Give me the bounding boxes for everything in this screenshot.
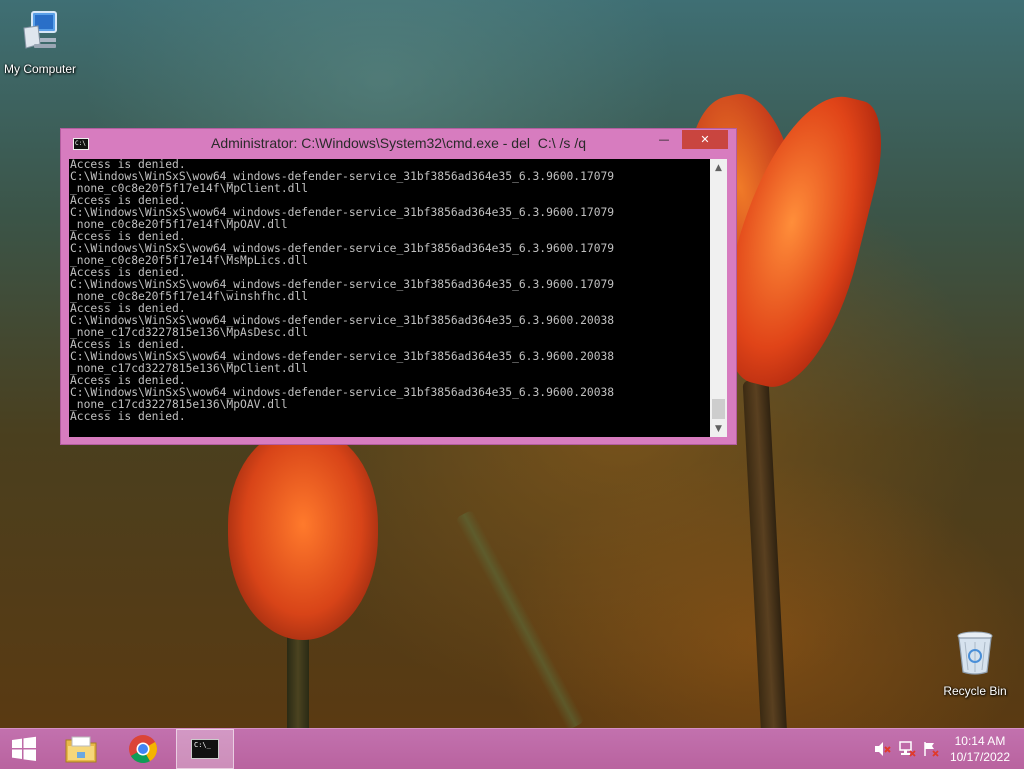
- system-clock[interactable]: 10:14 AM 10/17/2022: [950, 733, 1010, 765]
- vertical-scrollbar[interactable]: ▲ ▼: [710, 159, 727, 437]
- clock-date: 10/17/2022: [949, 750, 1010, 764]
- cmd-taskbar-button[interactable]: C:\_: [176, 729, 234, 769]
- computer-icon: [23, 11, 57, 49]
- tulip-left-flower: [228, 430, 378, 640]
- recycle-bin-label: Recycle Bin: [943, 684, 1007, 698]
- network-icon[interactable]: [898, 741, 916, 757]
- console-output: Access is denied. C:\Windows\WinSxS\wow64…: [70, 159, 710, 423]
- my-computer-shortcut[interactable]: My Computer: [0, 8, 80, 76]
- my-computer-label: My Computer: [3, 62, 77, 76]
- minimize-button[interactable]: —: [651, 130, 677, 149]
- scroll-up-arrow-icon[interactable]: ▲: [710, 159, 727, 176]
- volume-muted-icon[interactable]: [874, 741, 892, 757]
- file-explorer-icon: [65, 736, 97, 763]
- scroll-down-arrow-icon[interactable]: ▼: [710, 420, 727, 437]
- clock-time: 10:14 AM: [954, 734, 1006, 748]
- cmd-taskbar-glyph: C:\_: [194, 741, 211, 749]
- recycle-bin-icon: [957, 631, 993, 675]
- cmd-window[interactable]: C:\ Administrator: C:\Windows\System32\c…: [60, 128, 737, 445]
- scrollbar-thumb[interactable]: [712, 399, 725, 419]
- grass-blade: [454, 509, 586, 728]
- start-button[interactable]: [0, 729, 48, 769]
- action-center-flag-icon[interactable]: [922, 741, 940, 757]
- file-explorer-taskbar-button[interactable]: [58, 729, 104, 769]
- windows-logo-icon: [12, 736, 36, 761]
- console-output-area[interactable]: Access is denied. C:\Windows\WinSxS\wow64…: [69, 159, 727, 437]
- console-line: Access is denied.: [70, 410, 186, 423]
- cmd-window-title: Administrator: C:\Windows\System32\cmd.e…: [210, 135, 586, 151]
- chrome-taskbar-button[interactable]: [120, 729, 166, 769]
- chrome-icon: [129, 735, 157, 763]
- taskbar: C:\_ 10:14 AM 10/17/2022: [0, 728, 1024, 769]
- recycle-bin-shortcut[interactable]: Recycle Bin: [935, 628, 1015, 698]
- close-button[interactable]: ✕: [682, 130, 728, 149]
- tulip-stem-right: [742, 379, 788, 728]
- command-prompt-icon: C:\_: [191, 739, 219, 759]
- cmd-title-bar[interactable]: C:\ Administrator: C:\Windows\System32\c…: [61, 129, 736, 159]
